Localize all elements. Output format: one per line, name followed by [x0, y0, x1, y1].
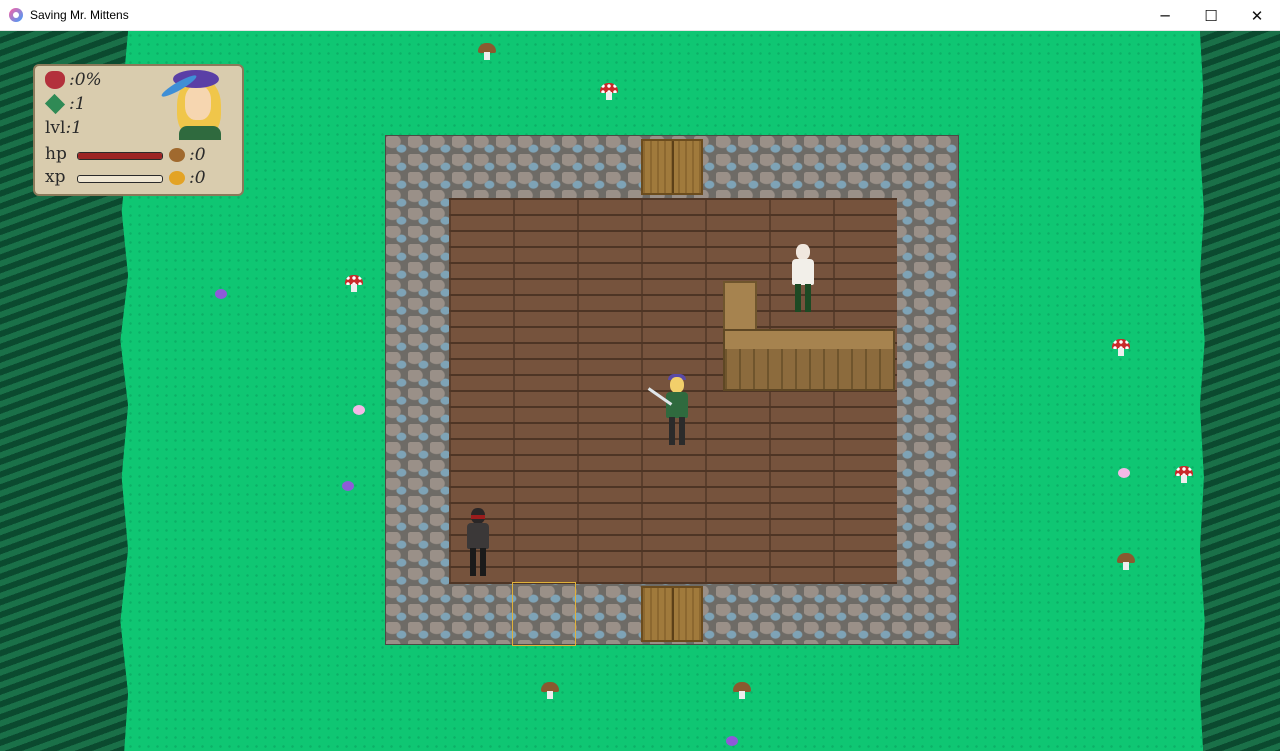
coin-icon	[169, 171, 185, 185]
mushroom-icon	[1112, 339, 1130, 357]
gem-icon	[44, 93, 66, 115]
potion-icon	[169, 148, 185, 162]
coins-row: :0	[169, 168, 206, 188]
potions-value: :0	[189, 145, 206, 165]
mushroom-icon	[541, 682, 559, 700]
potions-row: :0	[169, 145, 206, 165]
mushroom-icon	[733, 682, 751, 700]
xp-bar	[77, 175, 163, 183]
hp-bar	[77, 152, 163, 160]
game-viewport[interactable]: :0% :1 lvl :1 hp xp :0 :0	[0, 31, 1280, 751]
xp-row: xp	[45, 167, 65, 187]
shopkeeper-npc[interactable]	[786, 244, 820, 314]
tile-selection-cursor	[512, 582, 576, 646]
flower-icon	[342, 481, 354, 491]
hp-bar-fill	[78, 153, 162, 159]
level-value: :1	[65, 118, 83, 138]
shop-building	[385, 135, 959, 646]
level-label: lvl	[45, 118, 66, 138]
corruption-row: :0%	[45, 70, 102, 90]
mushroom-icon	[1117, 553, 1135, 571]
title-bar: Saving Mr. Mittens ─ ☐ ✕	[0, 0, 1280, 31]
flower-icon	[353, 405, 365, 415]
bandit-enemy[interactable]	[461, 508, 495, 578]
demon-icon	[45, 71, 65, 89]
maximize-button[interactable]: ☐	[1188, 0, 1234, 31]
corruption-value: :0%	[69, 70, 102, 90]
coins-value: :0	[189, 168, 206, 188]
mushroom-icon	[478, 43, 496, 61]
level-row: lvl :1	[45, 118, 82, 138]
app-icon	[9, 8, 23, 22]
mushroom-icon	[600, 83, 618, 101]
hp-row: hp	[45, 144, 67, 164]
minimize-button[interactable]: ─	[1142, 0, 1188, 31]
hud-panel: :0% :1 lvl :1 hp xp :0 :0	[33, 64, 244, 196]
north-door[interactable]	[641, 139, 703, 195]
player-character	[647, 374, 694, 447]
forest-right	[1200, 31, 1280, 751]
flower-icon	[1118, 468, 1130, 478]
mushroom-icon	[345, 275, 363, 293]
flower-icon	[215, 289, 227, 299]
mushroom-icon	[1175, 466, 1193, 484]
player-portrait	[159, 68, 239, 142]
gems-row: :1	[44, 93, 86, 115]
xp-label: xp	[45, 167, 66, 187]
hp-label: hp	[45, 144, 67, 164]
window-title: Saving Mr. Mittens	[30, 8, 129, 22]
gems-value: :1	[69, 94, 86, 114]
south-door[interactable]	[641, 586, 703, 642]
shop-counter[interactable]	[723, 329, 895, 391]
close-button[interactable]: ✕	[1234, 0, 1280, 31]
flower-icon	[726, 736, 738, 746]
